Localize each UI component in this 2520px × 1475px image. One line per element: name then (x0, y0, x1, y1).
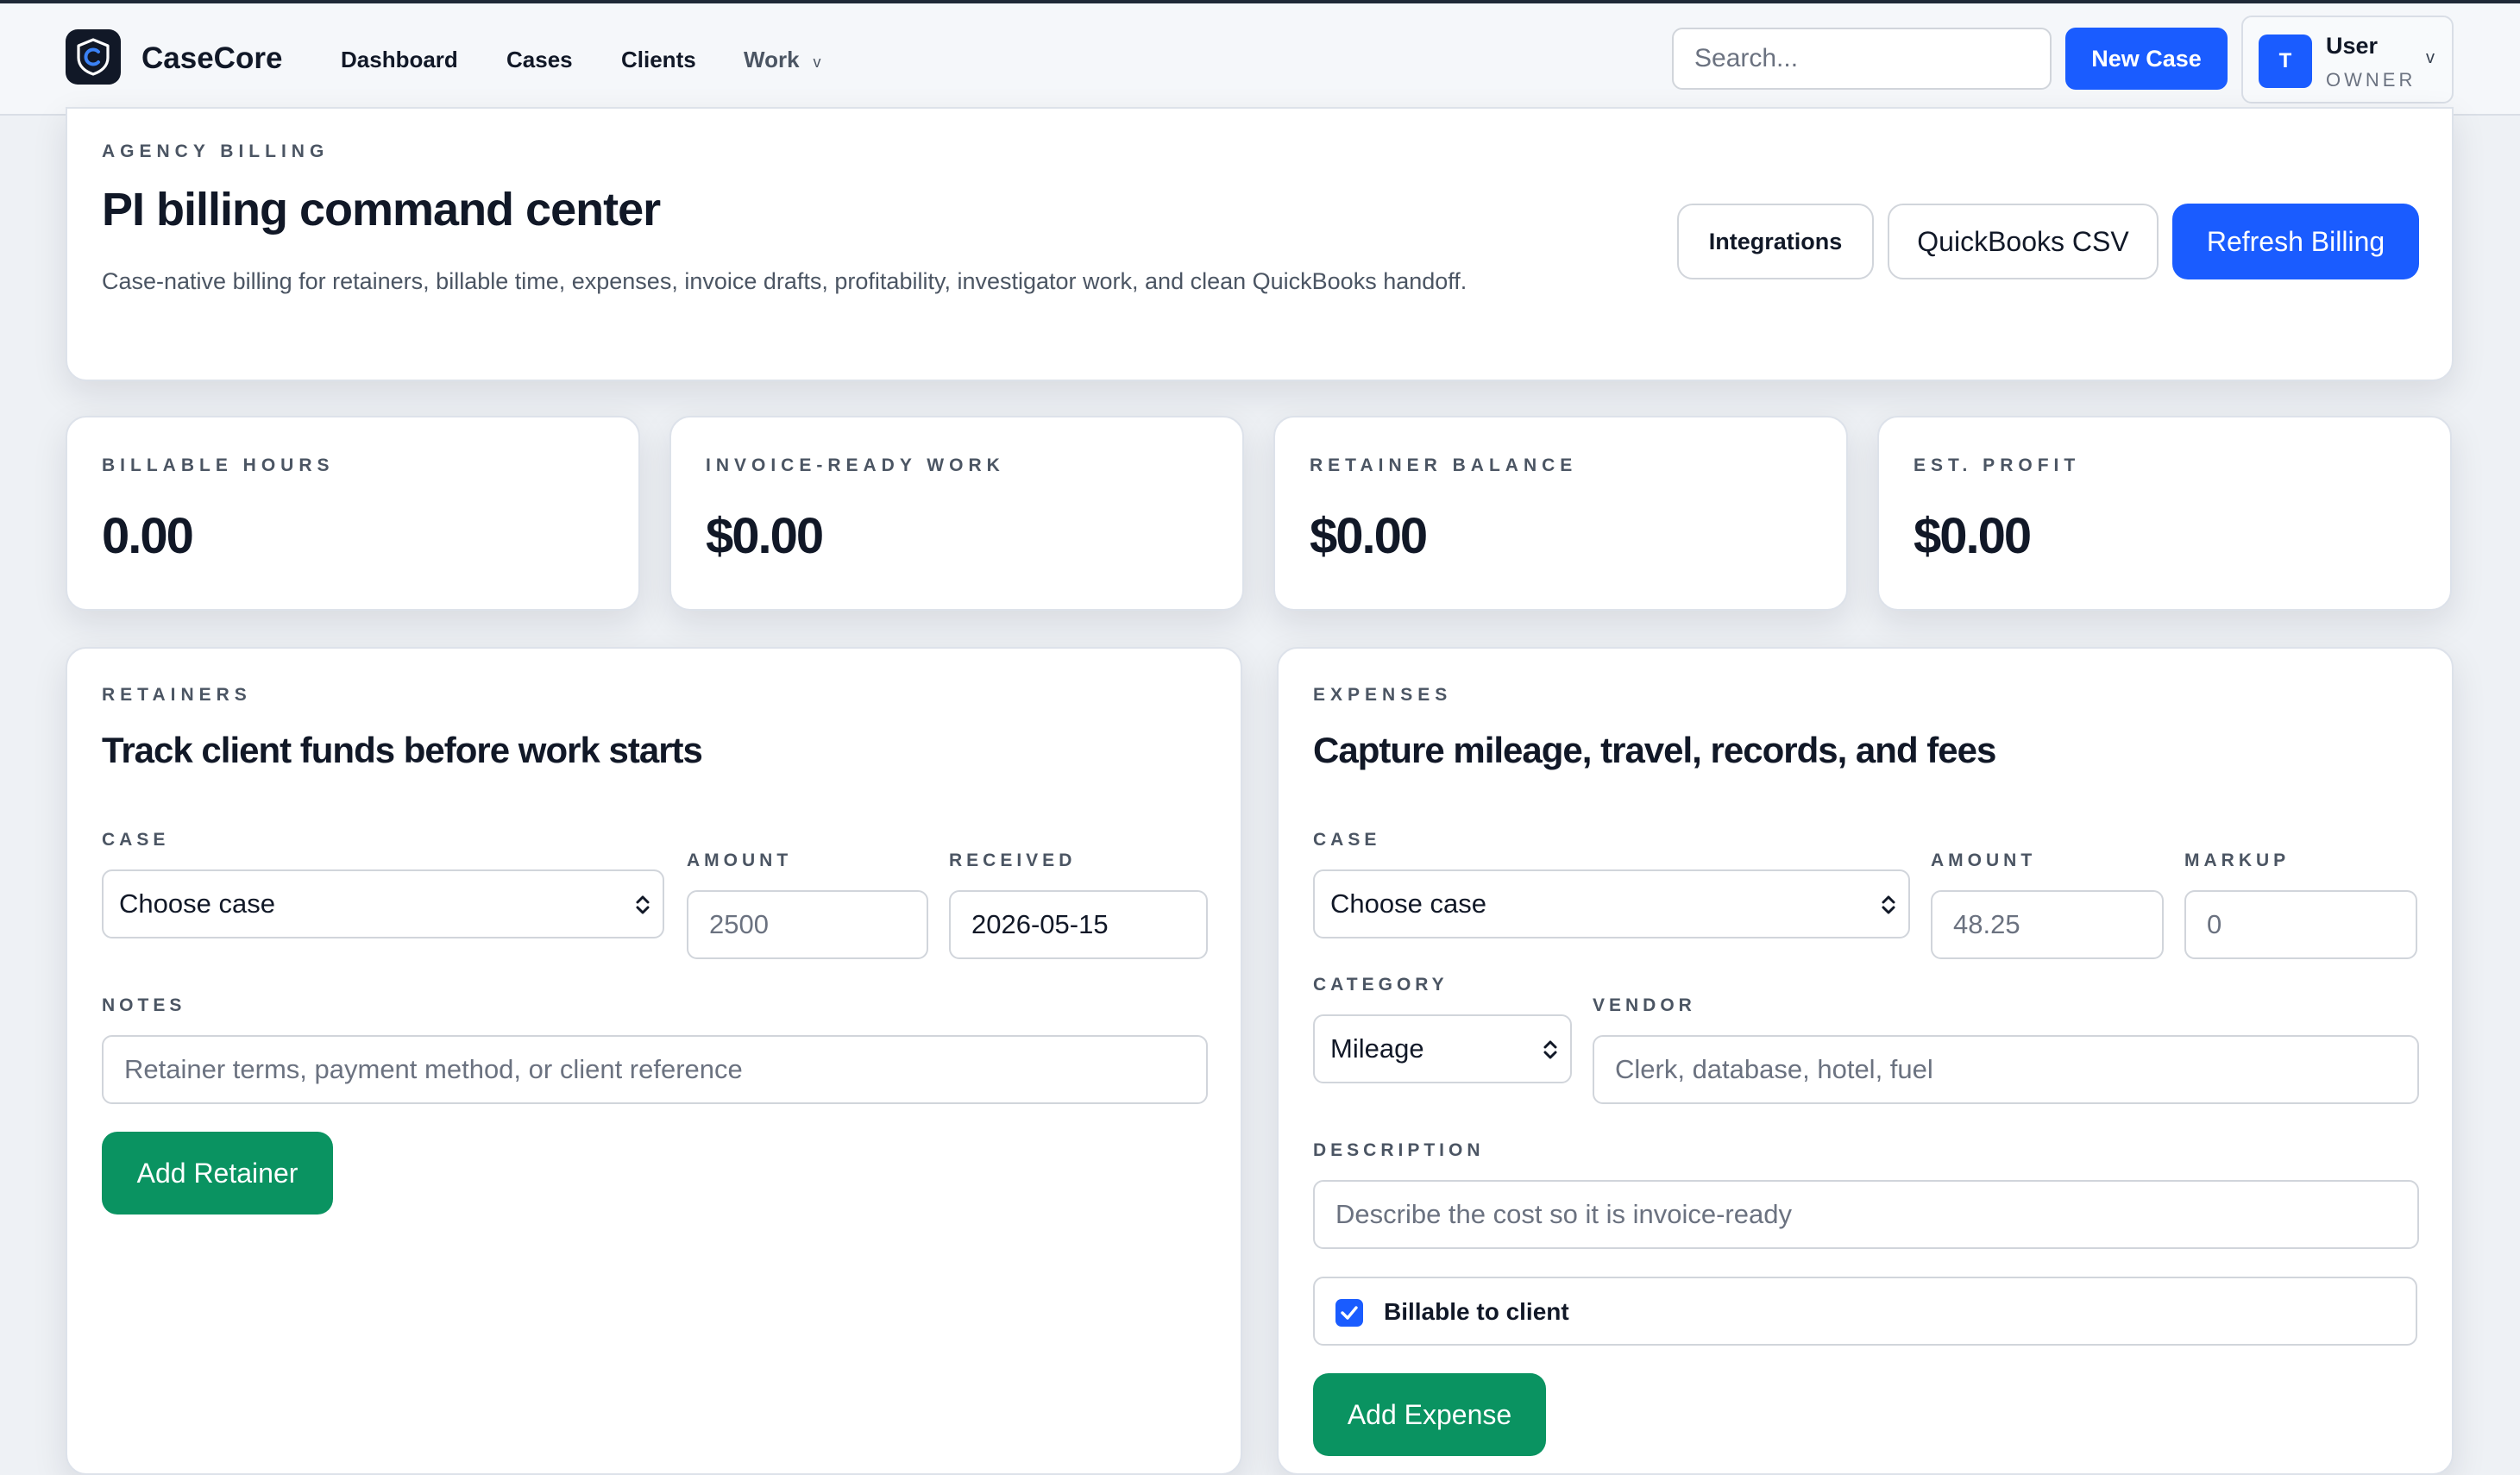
nav-cases[interactable]: Cases (506, 47, 573, 73)
expense-amount-input[interactable] (1931, 890, 2164, 959)
integrations-button[interactable]: Integrations (1677, 204, 1874, 279)
stat-value: $0.00 (1310, 508, 1428, 564)
stat-label: EST. PROFIT (1914, 455, 2081, 475)
expense-vendor-label: VENDOR (1593, 995, 1696, 1015)
stat-value: 0.00 (102, 508, 194, 564)
retainer-notes-input[interactable] (102, 1035, 1208, 1104)
select-arrows-icon (1543, 1040, 1557, 1059)
stat-label: BILLABLE HOURS (102, 455, 335, 475)
stat-value: $0.00 (1914, 508, 2032, 564)
billable-to-client-row[interactable]: Billable to client (1313, 1277, 2417, 1346)
page-title: PI billing command center (102, 184, 661, 235)
retainer-amount-input[interactable] (687, 890, 928, 959)
retainers-eyebrow: RETAINERS (102, 685, 252, 705)
retainer-amount-label: AMOUNT (687, 850, 793, 870)
avatar: T (2259, 35, 2312, 88)
add-retainer-button[interactable]: Add Retainer (102, 1132, 333, 1215)
stat-value: $0.00 (706, 508, 824, 564)
new-case-button[interactable]: New Case (2065, 28, 2228, 90)
stat-card-retainer-balance: RETAINER BALANCE $0.00 (1273, 416, 1848, 611)
chevron-down-icon: v (2426, 48, 2435, 67)
expense-description-label: DESCRIPTION (1313, 1140, 1485, 1160)
billing-hero-card: AGENCY BILLING PI billing command center… (66, 107, 2454, 381)
stat-card-invoice-ready: INVOICE-READY WORK $0.00 (669, 416, 1244, 611)
stat-label: RETAINER BALANCE (1310, 455, 1578, 475)
retainers-title: Track client funds before work starts (102, 730, 703, 770)
expense-markup-label: MARKUP (2184, 850, 2291, 870)
nav-clients[interactable]: Clients (621, 47, 696, 73)
top-navbar: CaseCore Dashboard Cases Clients Workv N… (0, 3, 2520, 116)
expense-category-select[interactable]: Mileage (1313, 1014, 1572, 1083)
expense-case-value: Choose case (1330, 888, 1486, 919)
brand-name[interactable]: CaseCore (141, 41, 282, 76)
expenses-panel: EXPENSES Capture mileage, travel, record… (1277, 647, 2454, 1475)
select-arrows-icon (636, 895, 650, 914)
quickbooks-csv-button[interactable]: QuickBooks CSV (1888, 204, 2159, 279)
expense-case-label: CASE (1313, 830, 1381, 850)
nav-work-menu[interactable]: Work v (744, 47, 821, 73)
nav-dashboard[interactable]: Dashboard (341, 47, 458, 73)
expense-vendor-input[interactable] (1593, 1035, 2419, 1104)
search-input[interactable] (1672, 28, 2052, 90)
retainer-notes-label: NOTES (102, 995, 186, 1015)
stat-card-billable-hours: BILLABLE HOURS 0.00 (66, 416, 640, 611)
select-arrows-icon (1882, 895, 1895, 914)
refresh-billing-button[interactable]: Refresh Billing (2172, 204, 2419, 279)
checkmark-icon (1341, 1306, 1358, 1320)
retainer-case-label: CASE (102, 830, 170, 850)
expense-category-value: Mileage (1330, 1033, 1424, 1064)
retainers-panel: RETAINERS Track client funds before work… (66, 647, 1242, 1475)
expense-markup-input[interactable] (2184, 890, 2417, 959)
expense-amount-label: AMOUNT (1931, 850, 2037, 870)
user-role: OWNER (2326, 69, 2416, 91)
chevron-down-icon: v (813, 53, 821, 71)
expenses-eyebrow: EXPENSES (1313, 685, 1453, 705)
add-expense-button[interactable]: Add Expense (1313, 1373, 1546, 1456)
expense-description-input[interactable] (1313, 1180, 2419, 1249)
stat-label: INVOICE-READY WORK (706, 455, 1005, 475)
user-menu[interactable]: T User OWNER v (2241, 16, 2454, 104)
retainer-case-value: Choose case (119, 888, 275, 919)
billable-checkbox[interactable] (1335, 1299, 1363, 1327)
billable-label: Billable to client (1384, 1298, 1569, 1325)
expense-category-label: CATEGORY (1313, 975, 1449, 995)
retainer-case-select[interactable]: Choose case (102, 869, 664, 938)
casecore-logo-icon[interactable] (66, 29, 121, 85)
hero-eyebrow: AGENCY BILLING (102, 141, 330, 161)
stat-card-est-profit: EST. PROFIT $0.00 (1877, 416, 2452, 611)
nav-work-label: Work (744, 47, 800, 72)
expense-case-select[interactable]: Choose case (1313, 869, 1910, 938)
hero-subtitle: Case-native billing for retainers, billa… (102, 268, 1467, 294)
retainer-received-date-input[interactable] (949, 890, 1208, 959)
expenses-title: Capture mileage, travel, records, and fe… (1313, 730, 1996, 770)
retainer-received-label: RECEIVED (949, 850, 1077, 870)
user-name: User (2326, 33, 2379, 59)
